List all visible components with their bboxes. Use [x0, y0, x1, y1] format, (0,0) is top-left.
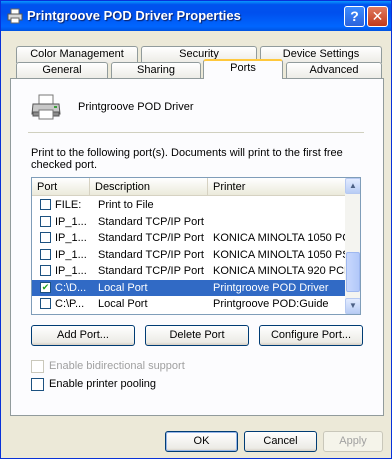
apply-button[interactable]: Apply	[323, 431, 383, 452]
port-description: Local Port	[98, 298, 148, 310]
port-checkbox[interactable]	[40, 248, 51, 260]
properties-window: Printgroove POD Driver Properties ? ✕ Co…	[0, 0, 392, 459]
close-button[interactable]: ✕	[367, 6, 388, 27]
divider	[28, 132, 364, 133]
port-name: IP_1...	[55, 265, 87, 277]
window-title: Printgroove POD Driver Properties	[27, 8, 241, 23]
port-row[interactable]: IP_1... Standard TCP/IP Port	[32, 214, 345, 230]
bidirectional-checkbox-box[interactable]	[31, 360, 44, 373]
port-row[interactable]: IP_1... Standard TCP/IP Port KONICA MINOLT…	[32, 230, 345, 246]
column-header-description[interactable]: Description	[90, 178, 208, 196]
port-printer: KONICA MINOLTA 1050 PS...	[213, 248, 345, 261]
port-printer: KONICA MINOLTA 1050 PCL	[213, 232, 345, 244]
column-header-printer[interactable]: Printer	[208, 178, 345, 196]
printer-name: Printgroove POD Driver	[78, 101, 194, 113]
add-port-button[interactable]: Add Port...	[31, 325, 135, 346]
port-name: C:\P...	[55, 298, 85, 310]
port-printer: Printgroove POD Driver	[213, 281, 329, 294]
port-printer: KONICA MINOLTA 920 PCL	[213, 265, 345, 277]
port-name: IP_1...	[55, 232, 87, 244]
cancel-button[interactable]: Cancel	[244, 431, 317, 452]
port-description: Standard TCP/IP Port	[98, 265, 204, 277]
port-checkbox[interactable]: ✔	[40, 281, 51, 293]
port-checkbox[interactable]	[40, 215, 51, 227]
ports-list[interactable]: Port Description Printer FILE: Print to F…	[31, 177, 361, 315]
port-row[interactable]: C:\P... Local Port Printgroove POD:Guide	[32, 296, 345, 312]
title-bar[interactable]: Printgroove POD Driver Properties ? ✕	[1, 1, 391, 31]
configure-port-button[interactable]: Configure Port...	[259, 325, 363, 346]
port-description: Local Port	[98, 281, 148, 294]
port-row[interactable]: IP_1... Standard TCP/IP Port KONICA MINOLT…	[32, 263, 345, 279]
bidirectional-label: Enable bidirectional support	[49, 360, 185, 372]
port-checkbox[interactable]	[40, 265, 51, 276]
ports-list-header: Port Description Printer	[32, 178, 345, 196]
tab-general[interactable]: General	[16, 62, 108, 79]
port-name: C:\D...	[55, 281, 87, 294]
port-description: Standard TCP/IP Port	[98, 248, 204, 261]
scroll-up-icon[interactable]: ▲	[345, 178, 360, 194]
tab-sharing[interactable]: Sharing	[111, 62, 201, 79]
printer-icon	[7, 8, 23, 24]
scroll-down-icon[interactable]: ▼	[345, 298, 360, 314]
printer-large-icon	[31, 94, 61, 120]
scroll-thumb[interactable]	[346, 252, 360, 292]
port-row[interactable]: FILE: Print to File	[32, 197, 345, 213]
port-description: Print to File	[98, 199, 154, 211]
port-printer: Printgroove POD:Guide	[213, 298, 329, 310]
port-checkbox[interactable]	[40, 298, 51, 309]
port-name: IP_1...	[55, 248, 87, 261]
tab-advanced[interactable]: Advanced	[286, 62, 382, 79]
port-row[interactable]: IP_1... Standard TCP/IP Port KONICA MINOLT…	[32, 247, 345, 263]
instruction-text: Print to the following port(s). Document…	[31, 147, 343, 171]
port-checkbox[interactable]	[40, 199, 51, 210]
port-description: Standard TCP/IP Port	[98, 232, 204, 244]
pooling-checkbox-box[interactable]	[31, 378, 44, 391]
port-name: FILE:	[55, 199, 82, 211]
column-header-port[interactable]: Port	[32, 178, 90, 196]
port-description: Standard TCP/IP Port	[98, 215, 204, 228]
delete-port-button[interactable]: Delete Port	[145, 325, 249, 346]
tab-ports[interactable]: Ports	[203, 59, 283, 79]
port-checkbox[interactable]	[40, 232, 51, 243]
pooling-label: Enable printer pooling	[49, 378, 157, 390]
port-name: IP_1...	[55, 215, 87, 228]
vertical-scrollbar[interactable]: ▲ ▼	[345, 178, 360, 314]
ok-button[interactable]: OK	[165, 431, 238, 452]
port-row[interactable]: ✔ C:\D... Local Port Printgroove POD Driver	[32, 279, 345, 296]
help-button[interactable]: ?	[344, 6, 365, 27]
tab-color-management[interactable]: Color Management	[16, 46, 138, 63]
